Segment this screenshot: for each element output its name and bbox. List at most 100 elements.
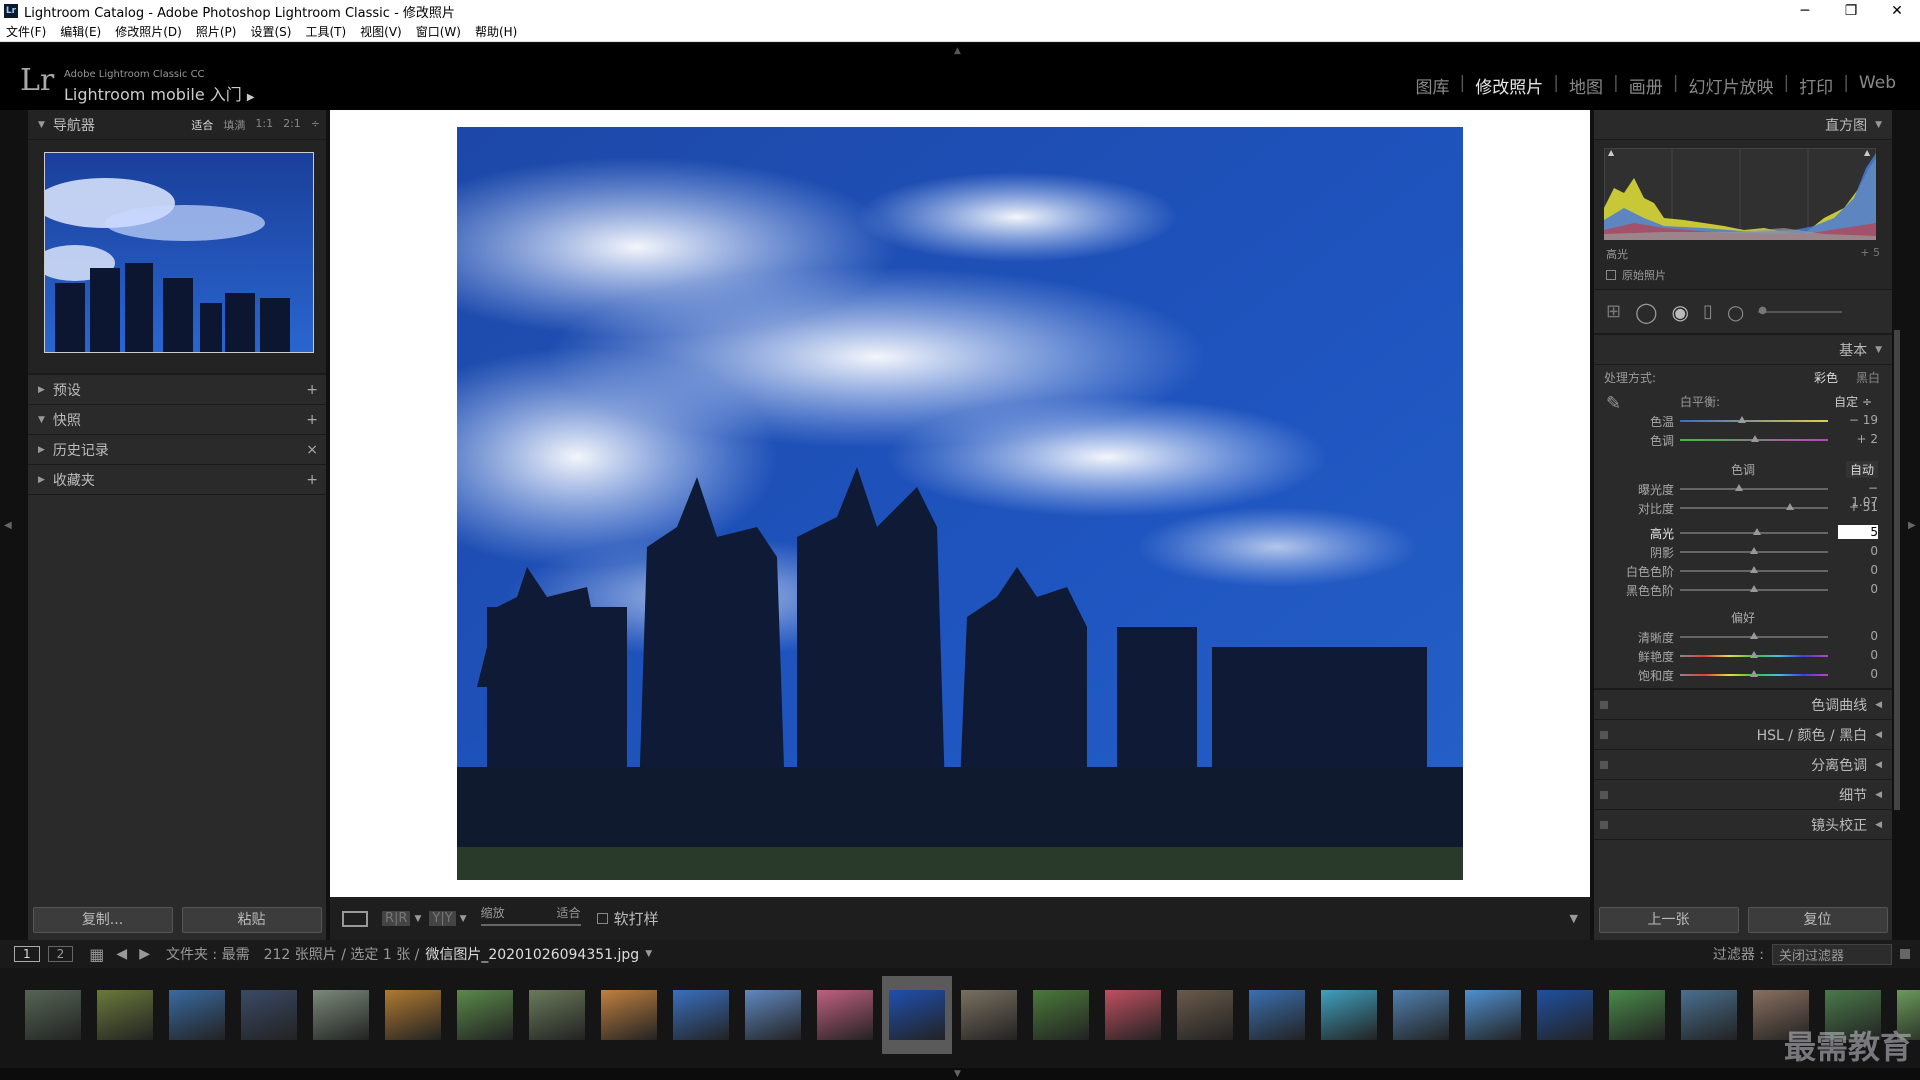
lens-corrections-header[interactable]: 镜头校正 ◀: [1594, 810, 1892, 840]
module-library[interactable]: 图库: [1406, 73, 1460, 98]
filmstrip-thumb[interactable]: [1170, 976, 1240, 1054]
filmstrip-thumb[interactable]: [1314, 976, 1384, 1054]
filmstrip-thumb[interactable]: [1674, 976, 1744, 1054]
clear-history-icon[interactable]: ×: [306, 442, 318, 458]
tone-slider-1[interactable]: 对比度 + 51: [1594, 498, 1892, 517]
panel-toggle-icon[interactable]: [1600, 730, 1608, 739]
wb-slider-0[interactable]: 色温 − 19: [1594, 411, 1892, 430]
filmstrip-thumb[interactable]: [1602, 976, 1672, 1054]
wb-dropdown[interactable]: 自定 ÷: [1834, 393, 1872, 410]
reset-button[interactable]: 复位: [1747, 907, 1888, 933]
radial-filter-icon[interactable]: ○: [1727, 300, 1744, 324]
shadow-clipping-icon[interactable]: ▲: [1608, 148, 1614, 157]
filter-lock-icon[interactable]: [1900, 949, 1910, 959]
panel-toggle-icon[interactable]: [1600, 790, 1608, 799]
red-eye-icon[interactable]: ◉: [1671, 300, 1688, 324]
slider-knob[interactable]: [1752, 528, 1761, 535]
add-collection-icon[interactable]: +: [306, 472, 318, 488]
menu-edit[interactable]: 编辑(E): [60, 23, 101, 40]
filmstrip-thumb[interactable]: [378, 976, 448, 1054]
histogram-header[interactable]: 直方图 ▼: [1594, 110, 1892, 140]
selected-filename[interactable]: 微信图片_20201026094351.jpg: [425, 944, 639, 964]
tone2-slider-0[interactable]: 高光 5: [1594, 523, 1892, 542]
menu-window[interactable]: 窗口(W): [416, 23, 461, 40]
window-1-button[interactable]: 1: [14, 946, 40, 962]
filmstrip-thumb[interactable]: [1530, 976, 1600, 1054]
slider-value[interactable]: 5: [1838, 525, 1878, 539]
auto-tone-button[interactable]: 自动: [1845, 461, 1878, 478]
filmstrip-thumb[interactable]: [18, 976, 88, 1054]
slider-value[interactable]: 0: [1838, 544, 1878, 558]
presence-slider-0[interactable]: 清晰度 0: [1594, 627, 1892, 646]
filmstrip-thumb[interactable]: [162, 976, 232, 1054]
filmstrip-thumb[interactable]: [234, 976, 304, 1054]
menu-photo[interactable]: 照片(P): [196, 23, 237, 40]
filmstrip-thumb[interactable]: [1242, 976, 1312, 1054]
right-panel-toggle-icon[interactable]: ▶: [1908, 520, 1916, 531]
tone2-slider-3[interactable]: 黑色色阶 0: [1594, 580, 1892, 599]
hsl-header[interactable]: HSL / 颜色 / 黑白 ◀: [1594, 720, 1892, 750]
slider-knob[interactable]: [1751, 435, 1760, 442]
history-panel-header[interactable]: ▶ 历史记录 ×: [28, 435, 326, 465]
slider-value[interactable]: 0: [1838, 582, 1878, 596]
treatment-color-button[interactable]: 彩色: [1814, 369, 1838, 386]
bottom-panel-toggle[interactable]: ▼: [0, 1068, 1920, 1080]
slider-track[interactable]: [1680, 507, 1828, 509]
filmstrip-thumb[interactable]: [1458, 976, 1528, 1054]
nav-2to1[interactable]: 2:1: [283, 117, 301, 133]
spot-removal-icon[interactable]: ◯: [1635, 300, 1657, 324]
menu-help[interactable]: 帮助(H): [475, 23, 517, 40]
menu-develop[interactable]: 修改照片(D): [115, 23, 182, 40]
nav-fill[interactable]: 填满: [223, 117, 245, 133]
slider-track[interactable]: [1680, 420, 1828, 422]
menu-file[interactable]: 文件(F): [6, 23, 46, 40]
softproof-checkbox[interactable]: [596, 913, 608, 924]
crop-tool-icon[interactable]: ⊞: [1606, 301, 1621, 322]
tone2-slider-1[interactable]: 阴影 0: [1594, 542, 1892, 561]
slider-knob[interactable]: [1785, 503, 1794, 510]
maximize-button[interactable]: ❐: [1828, 0, 1874, 22]
split-toning-header[interactable]: 分离色调 ◀: [1594, 750, 1892, 780]
slider-knob[interactable]: [1735, 484, 1744, 491]
module-print[interactable]: 打印: [1789, 73, 1843, 98]
slider-knob[interactable]: [1750, 566, 1758, 573]
snapshots-panel-header[interactable]: ▼ 快照 +: [28, 405, 326, 435]
filmstrip-thumb[interactable]: [90, 976, 160, 1054]
module-web[interactable]: Web: [1849, 73, 1906, 98]
lightroom-mobile-link[interactable]: Lightroom mobile 入门 ▶: [64, 81, 255, 105]
menu-settings[interactable]: 设置(S): [250, 23, 291, 40]
module-develop[interactable]: 修改照片: [1465, 73, 1553, 98]
filmstrip-thumb[interactable]: [738, 976, 808, 1054]
detail-header[interactable]: 细节 ◀: [1594, 780, 1892, 810]
add-snapshot-icon[interactable]: +: [306, 412, 318, 428]
menu-tools[interactable]: 工具(T): [305, 23, 346, 40]
slider-value[interactable]: − 19: [1838, 413, 1878, 427]
image-canvas[interactable]: [330, 110, 1590, 897]
tone2-slider-2[interactable]: 白色色阶 0: [1594, 561, 1892, 580]
module-map[interactable]: 地图: [1559, 73, 1613, 98]
adjustment-brush-slider[interactable]: ●: [1758, 305, 1843, 316]
main-photo[interactable]: [457, 127, 1463, 880]
filmstrip-thumb[interactable]: [1098, 976, 1168, 1054]
nav-zoom-stepper-icon[interactable]: ÷: [311, 117, 320, 133]
tone-slider-0[interactable]: 曝光度 − 1.07: [1594, 479, 1892, 509]
module-book[interactable]: 画册: [1619, 73, 1673, 98]
grid-view-icon[interactable]: ▦: [89, 945, 104, 964]
presets-panel-header[interactable]: ▶ 预设 +: [28, 375, 326, 405]
slider-track[interactable]: [1680, 488, 1828, 490]
copy-settings-button[interactable]: 复制...: [32, 907, 173, 933]
slider-value[interactable]: 0: [1838, 629, 1878, 643]
slider-value[interactable]: + 51: [1838, 500, 1878, 514]
add-preset-icon[interactable]: +: [306, 382, 318, 398]
presence-slider-1[interactable]: 鲜艳度 0: [1594, 646, 1892, 665]
slider-value[interactable]: + 2: [1838, 432, 1878, 446]
filmstrip-thumb[interactable]: [666, 976, 736, 1054]
nav-1to1[interactable]: 1:1: [255, 117, 273, 133]
bottom-panel-toggle-icon[interactable]: ▼: [954, 1069, 961, 1079]
navigator-header[interactable]: ▼ 导航器 适合 填满 1:1 2:1 ÷: [28, 110, 326, 140]
slider-knob[interactable]: [1750, 651, 1758, 658]
previous-button[interactable]: 上一张: [1598, 907, 1739, 933]
slider-value[interactable]: 0: [1838, 667, 1878, 681]
menu-view[interactable]: 视图(V): [360, 23, 402, 40]
filmstrip-thumb[interactable]: [882, 976, 952, 1054]
